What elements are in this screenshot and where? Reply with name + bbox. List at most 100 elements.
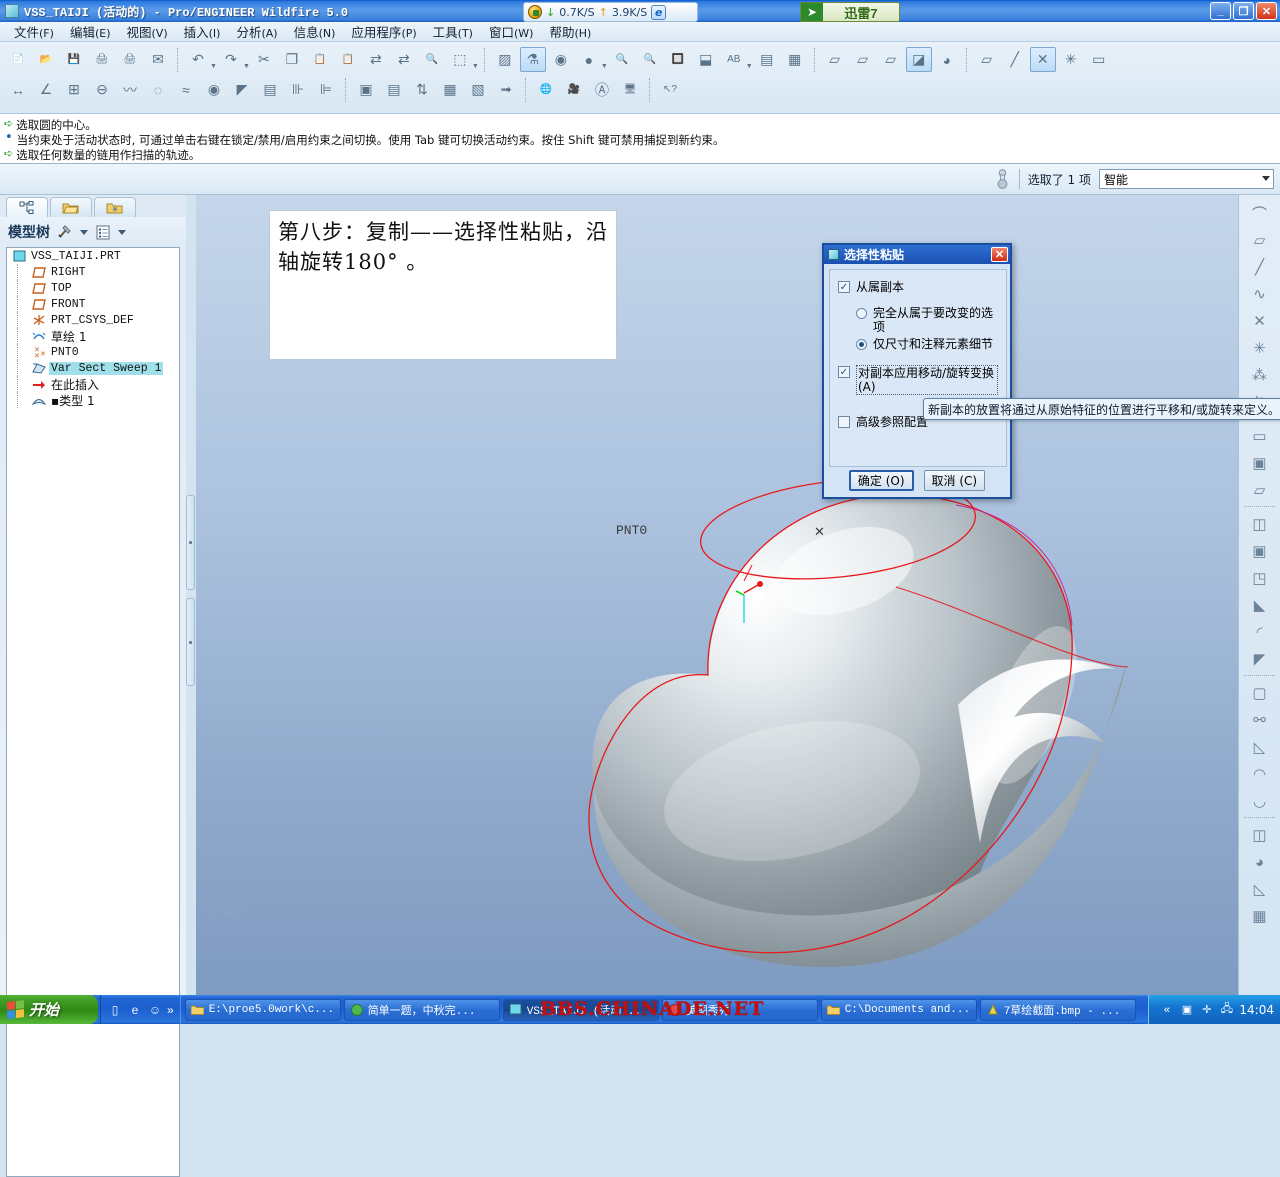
dim-linear-button[interactable]: ↔ <box>5 77 31 102</box>
measure-1-button[interactable]: ⊪ <box>285 77 311 102</box>
sweep-tool-button[interactable]: ▱ <box>1246 477 1274 503</box>
selection-box-button[interactable]: ⬚ <box>447 47 473 72</box>
sketch-tool-button[interactable]: ⌒ <box>1246 200 1274 226</box>
paste-special-button[interactable]: 📋 <box>335 47 361 72</box>
datum-axis-tool-button[interactable]: ╱ <box>1246 254 1274 280</box>
tools-icon[interactable] <box>56 223 74 241</box>
menu-item-7[interactable]: 应用程序(P) <box>343 20 424 43</box>
view-manager-button[interactable]: ▦ <box>782 47 808 72</box>
selection-filter-dropdown[interactable]: 智能 <box>1099 169 1274 189</box>
taskbar-item-6[interactable]: 7草绘截面.bmp - ... <box>980 999 1136 1021</box>
ok-button[interactable]: 确定 (O) <box>849 470 914 491</box>
analysis-section-button[interactable]: ≈ <box>173 77 199 102</box>
taskbar-item-3[interactable]: VSS_TAIJI (活动... <box>503 999 659 1021</box>
spin-center-button[interactable]: ◉ <box>548 47 574 72</box>
style-tool-button[interactable]: ◣ <box>1246 592 1274 618</box>
tree-node-1[interactable]: VSS_TAIJI.PRT <box>7 248 179 264</box>
taskbar-item-1[interactable]: E:\proe5.0work\c... <box>185 999 341 1021</box>
no-hidden-button[interactable]: ▱ <box>878 47 904 72</box>
menu-item-5[interactable]: 分析(A) <box>228 20 285 43</box>
cut-button[interactable]: ✂ <box>251 47 277 72</box>
tree-node-6[interactable]: 草绘 1 <box>7 328 179 344</box>
datum-plane-tool-button[interactable]: ▱ <box>1246 227 1274 253</box>
regenerate-button[interactable]: ⇄ <box>363 47 389 72</box>
model-tree-tab[interactable] <box>6 197 48 217</box>
chamfer-tool-button[interactable]: ◤ <box>1246 646 1274 672</box>
chevron-down-icon[interactable]: ▼ <box>472 63 479 70</box>
taskbar-item-2[interactable]: 简单一题，中秋完... <box>344 999 500 1021</box>
annotation-display-button[interactable]: ▭ <box>1086 47 1112 72</box>
tree-splitter-handle-lower[interactable] <box>186 598 195 686</box>
mail-send-button[interactable]: ✉ <box>145 47 171 72</box>
minimize-button[interactable]: _ <box>1210 2 1231 20</box>
parent-child-button[interactable]: ▧ <box>465 77 491 102</box>
bom-info-button[interactable]: ▦ <box>437 77 463 102</box>
datum-plane-display-button[interactable]: ▱ <box>974 47 1000 72</box>
dims-only-row[interactable]: 仅尺寸和注释元素细节 <box>856 337 998 351</box>
analysis-mesh-button[interactable]: ▤ <box>257 77 283 102</box>
undo-button[interactable]: ↶ <box>185 47 211 72</box>
chevron-down-icon[interactable]: ▼ <box>601 63 608 70</box>
graphics-viewport[interactable]: 第八步：复制——选择性粘贴，沿轴旋转180° 。 <box>196 195 1238 995</box>
screenshot-tool-icon[interactable]: ▣ <box>1179 1002 1194 1017</box>
menu-item-6[interactable]: 信息(N) <box>286 20 344 43</box>
trim-tool-button[interactable]: ◺ <box>1246 876 1274 902</box>
full-dependency-radio[interactable] <box>856 308 867 319</box>
save-file-button[interactable]: 💾 <box>61 47 87 72</box>
maximize-button[interactable]: ❐ <box>1233 2 1254 20</box>
apply-transform-checkbox[interactable]: ✓ <box>838 366 850 378</box>
boundary-blend-tool-button[interactable]: ◳ <box>1246 565 1274 591</box>
quick-launch-overflow-button[interactable]: » <box>167 1003 174 1017</box>
coord-sys-display-button[interactable]: ✳ <box>1058 47 1084 72</box>
net-speed-meter[interactable]: ↓ 0.7K/S ↑ 3.9K/S e <box>523 2 698 22</box>
list-settings-chevron-icon[interactable] <box>118 230 126 235</box>
ie-icon[interactable]: e <box>127 1002 143 1018</box>
zoom-in-button[interactable]: 🔍 <box>609 47 635 72</box>
context-help-button[interactable]: ↖? <box>657 77 683 102</box>
repaint-button[interactable]: ▨ <box>492 47 518 72</box>
model-tree-info-button[interactable]: ➟ <box>493 77 519 102</box>
tree-node-9[interactable]: 在此插入 <box>7 376 179 392</box>
datum-display-button[interactable]: ⚗ <box>520 47 546 72</box>
taskbar-item-4[interactable]: 美图秀秀 <box>662 999 818 1021</box>
switch-dimensions-button[interactable]: ⇅ <box>409 77 435 102</box>
datum-curve-tool-button[interactable]: ∿ <box>1246 281 1274 307</box>
tree-node-2[interactable]: RIGHT <box>7 264 179 280</box>
copy-button[interactable]: ❐ <box>279 47 305 72</box>
extrude-tool-button[interactable]: ▭ <box>1246 423 1274 449</box>
dim-angular-button[interactable]: ∠ <box>33 77 59 102</box>
refit-button[interactable]: 🔲 <box>665 47 691 72</box>
variable-sweep-tool-button[interactable]: ▣ <box>1246 538 1274 564</box>
annotation-a-button[interactable]: Ⓐ <box>589 77 615 102</box>
measure-2-button[interactable]: ⊫ <box>313 77 339 102</box>
quick-print-button[interactable]: 🖨 <box>117 47 143 72</box>
tree-node-10[interactable]: ▪类型 1 <box>7 392 179 408</box>
shading-button[interactable]: ◪ <box>906 47 932 72</box>
tree-node-8[interactable]: Var Sect Sweep 1 <box>7 360 179 376</box>
dialog-close-button[interactable]: ✕ <box>991 247 1008 262</box>
list-settings-icon[interactable] <box>94 223 112 241</box>
find-button[interactable]: 🔍 <box>419 47 445 72</box>
taskbar-item-5[interactable]: C:\Documents and... <box>821 999 977 1021</box>
menu-item-10[interactable]: 帮助(H) <box>541 20 599 43</box>
web-browser-button[interactable]: 🌐 <box>533 77 559 102</box>
close-button[interactable]: ✕ <box>1256 2 1277 20</box>
menu-item-2[interactable]: 编辑(E) <box>62 20 119 43</box>
fillet-tool-button[interactable]: ◜ <box>1246 619 1274 645</box>
blend-tool-button[interactable]: ◫ <box>1246 511 1274 537</box>
shading-reflection-button[interactable]: ◕ <box>934 47 960 72</box>
analysis-curvature-button[interactable]: 〰 <box>117 77 143 102</box>
analysis-color-map-button[interactable]: ◉ <box>201 77 227 102</box>
round-tool-button[interactable]: ◡ <box>1246 788 1274 814</box>
tree-node-7[interactable]: ✕✕✕PNT0 <box>7 344 179 360</box>
menu-item-1[interactable]: 文件(F) <box>6 20 62 43</box>
menu-item-8[interactable]: 工具(T) <box>425 20 481 43</box>
regenerate-auto-button[interactable]: ⇄ <box>391 47 417 72</box>
zoom-out-button[interactable]: 🔍 <box>637 47 663 72</box>
datum-point-display-button[interactable]: ✕ <box>1030 47 1056 72</box>
animation-button[interactable]: 🎥 <box>561 77 587 102</box>
tree-node-3[interactable]: TOP <box>7 280 179 296</box>
tree-node-5[interactable]: PRT_CSYS_DEF <box>7 312 179 328</box>
redo-button[interactable]: ↷ <box>218 47 244 72</box>
favorites-tab[interactable]: ✳ <box>94 197 136 217</box>
